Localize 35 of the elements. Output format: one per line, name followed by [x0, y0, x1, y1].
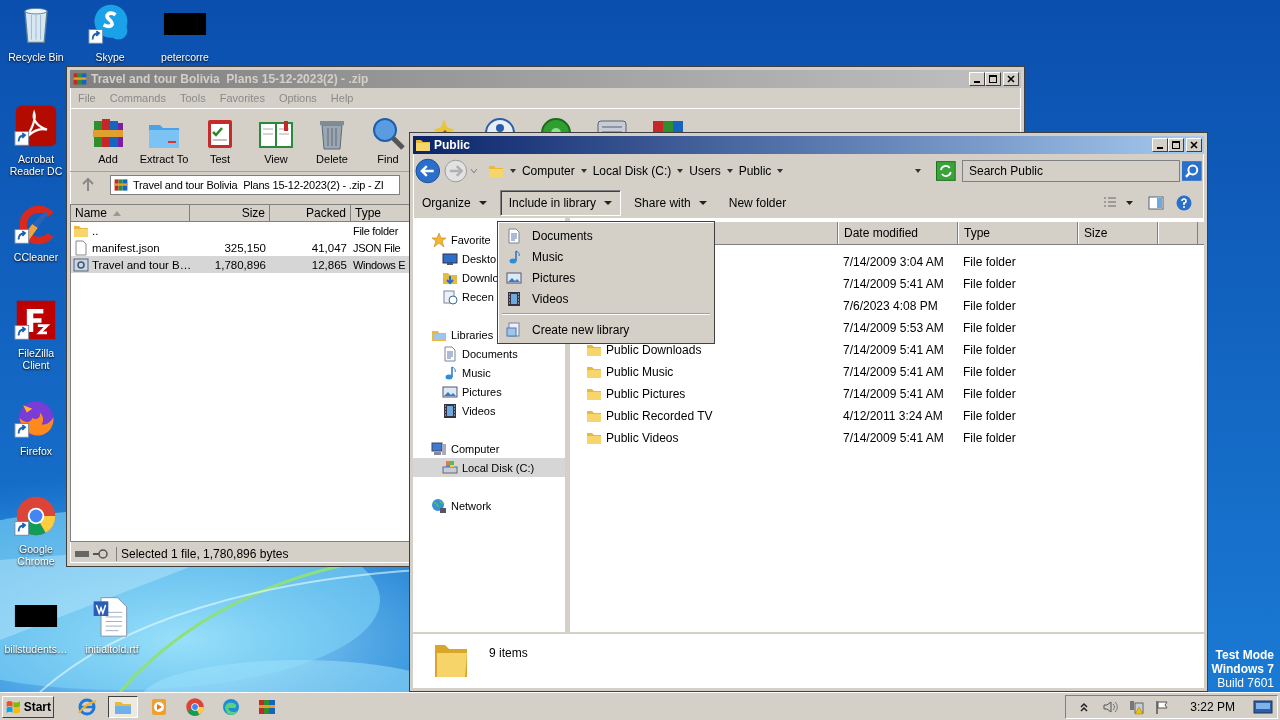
table-cell: 7/14/2009 3:04 AM [843, 255, 944, 269]
table-cell: File folder [963, 277, 1016, 291]
table-cell: 1,780,896 [214, 258, 266, 271]
window-title: Public [434, 138, 471, 152]
os-notice-text: Windows 7 [1211, 662, 1274, 676]
table-cell: 7/14/2009 5:41 AM [843, 277, 944, 291]
table-cell: 7/14/2009 5:41 AM [843, 431, 944, 445]
table-cell: 41,047 [311, 241, 347, 254]
status-text: Selected 1 file, 1,780,896 bytes [116, 546, 289, 561]
table-cell: 7/14/2009 5:41 AM [843, 343, 944, 357]
table-cell: File folder [963, 409, 1016, 423]
table-cell: 12,865 [311, 258, 347, 271]
table-cell: File folder [963, 343, 1016, 357]
table-cell: 7/14/2009 5:53 AM [843, 321, 944, 335]
table-cell: .. [92, 224, 99, 237]
table-cell: File folder [963, 431, 1016, 445]
table-cell: File folder [963, 321, 1016, 335]
os-notice-text: Build 7601 [1217, 676, 1274, 690]
table-cell: File folder [353, 224, 398, 237]
table-cell: File folder [963, 365, 1016, 379]
os-notice-text: Test Mode [1215, 648, 1274, 662]
table-cell: File folder [963, 255, 1016, 269]
table-cell: File folder [963, 299, 1016, 313]
table-cell: 7/14/2009 5:41 AM [843, 365, 944, 379]
table-cell: Travel and tour B… [92, 258, 192, 271]
table-cell: 7/14/2009 5:41 AM [843, 387, 944, 401]
table-cell: manifest.json [92, 241, 160, 254]
table-cell: 7/6/2023 4:08 PM [843, 299, 938, 313]
window-title: Travel and tour Bolivia Plans 15-12-2023(2) - .zip [91, 72, 370, 86]
table-cell: 325,150 [224, 241, 266, 254]
table-cell: File folder [963, 387, 1016, 401]
table-cell: JSON File [353, 241, 401, 254]
table-cell: 4/12/2011 3:24 AM [843, 409, 943, 423]
item-count: 9 items [489, 646, 528, 660]
table-cell: Windows E [353, 258, 406, 271]
